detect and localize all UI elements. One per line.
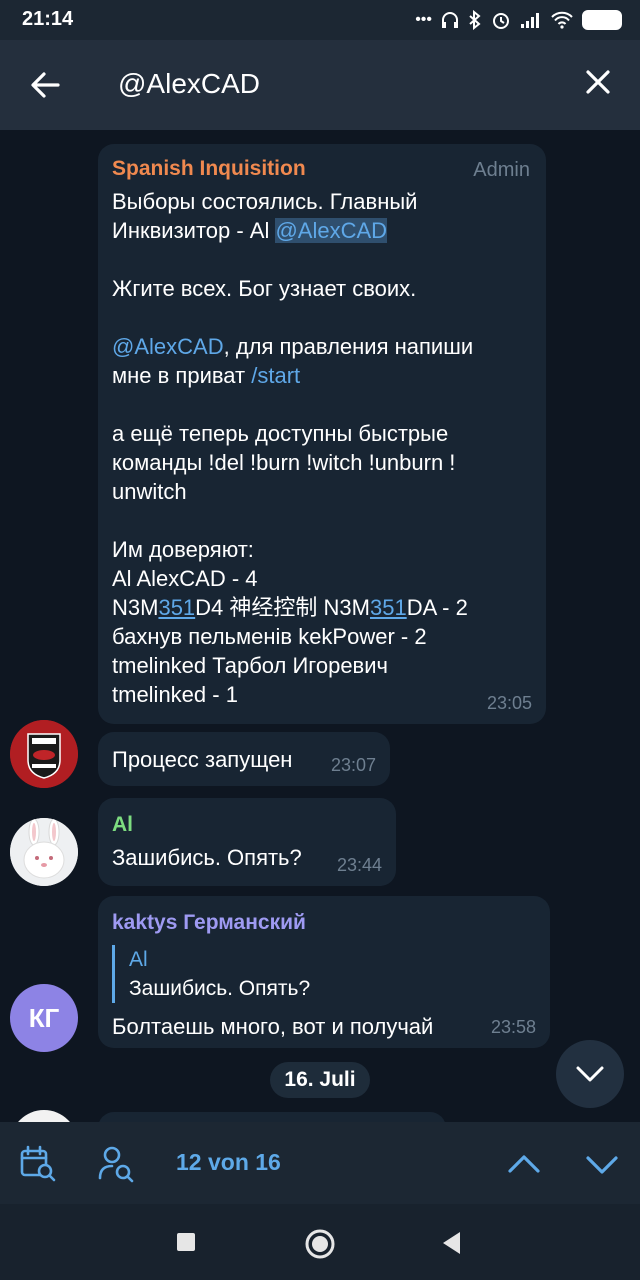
chevron-down-icon [576, 1066, 604, 1082]
wifi-icon [551, 11, 573, 29]
text-span: , для правления напиши [223, 334, 474, 359]
message-line: бахнув пельменів kekPower - 2 [112, 624, 427, 649]
message-line: N3M351D4 神经控制 N3M351DA - 2 [112, 593, 532, 622]
message-bubble[interactable]: Al Зашибись. Опять? 23:44 [98, 798, 396, 886]
text-span: DA - 2 [406, 595, 468, 620]
search-input[interactable]: @AlexCAD [118, 68, 260, 100]
message-line: unwitch [112, 479, 187, 504]
message-text: Болтаешь много, вот и получай [112, 1014, 434, 1039]
scroll-down-button[interactable] [556, 1040, 624, 1108]
avatar-initials: КГ [28, 1003, 60, 1033]
message-bubble[interactable]: kaktys Германский Al Зашибись. Опять? Бо… [98, 896, 550, 1048]
status-bar: 21:14 ••• 60 [0, 0, 640, 40]
recent-apps-icon[interactable] [176, 1232, 196, 1252]
message-line: Выборы состоялись. Главный [112, 189, 418, 214]
message-line: tmelinked - 1 [112, 682, 238, 707]
message-line: Al AlexCAD - 4 [112, 566, 258, 591]
system-navigation-bar [0, 1204, 640, 1280]
message-time: 23:58 [490, 1017, 536, 1037]
close-icon[interactable] [584, 68, 612, 96]
message-sender: Spanish Inquisition [112, 157, 306, 180]
message-text: Зашибись. Опять? [112, 845, 302, 870]
bunny-avatar-icon [10, 818, 78, 886]
message-sender: kaktys Германский [112, 911, 306, 934]
phone-link[interactable]: 351 [158, 595, 195, 620]
message-text: Процесс запущен [112, 747, 293, 772]
signal-icon [521, 13, 539, 28]
search-member-icon[interactable] [96, 1144, 136, 1184]
calendar-search-icon[interactable] [18, 1144, 58, 1184]
chat-messages[interactable]: Spanish Inquisition Выборы состоялись. Г… [0, 130, 640, 1122]
message-line: мне в приват /start [112, 361, 532, 390]
chevron-up-icon[interactable] [504, 1144, 544, 1184]
search-navigation-bar: 12 von 16 [0, 1122, 640, 1204]
message-line: tmelinked Тарбол Игоревич [112, 653, 388, 678]
message-time: 23:05 [486, 693, 532, 713]
message-text: Выборы состоялись. Главный Инквизитор - … [112, 187, 532, 709]
text-span: Инквизитор - Al [112, 218, 276, 243]
back-arrow-icon[interactable] [28, 68, 62, 102]
message-sender: Al [112, 813, 133, 836]
mention-link[interactable]: @AlexCAD [112, 334, 224, 359]
message-line: @AlexCAD, для правления напиши [112, 332, 532, 361]
avatar-spanish-inquisition[interactable] [10, 720, 78, 788]
inquisition-logo-icon [10, 720, 78, 788]
message-line: команды !del !burn !witch !unburn ! [112, 450, 456, 475]
search-header: @AlexCAD [0, 40, 640, 130]
text-span: N3M [112, 595, 159, 620]
command-link[interactable]: /start [251, 363, 300, 388]
message-line: Им доверяют: [112, 537, 254, 562]
home-icon[interactable] [304, 1228, 336, 1260]
message-bubble-admin[interactable]: Spanish Inquisition Выборы состоялись. Г… [98, 144, 546, 724]
message-time: 23:07 [330, 755, 376, 775]
avatar-kaktys[interactable]: КГ [10, 984, 78, 1052]
more-icon: ••• [415, 11, 432, 28]
bluetooth-icon [469, 10, 481, 30]
reply-quote[interactable]: Al Зашибись. Опять? [112, 945, 532, 1003]
message-time: 23:44 [336, 855, 382, 875]
text-span: мне в приват [112, 363, 252, 388]
reply-text: Зашибись. Опять? [129, 977, 311, 1000]
headphones-icon [442, 12, 458, 28]
chevron-down-icon[interactable] [582, 1144, 622, 1184]
avatar-al[interactable] [10, 818, 78, 886]
message-line: Инквизитор - Al @AlexCAD [112, 216, 532, 245]
message-line: Жгите всех. Бог узнает своих. [112, 276, 417, 301]
message-bubble-partial[interactable] [98, 1112, 446, 1122]
message-line: а ещё теперь доступны быстрые [112, 421, 449, 446]
reply-sender: Al [129, 948, 148, 971]
search-result-counter: 12 von 16 [176, 1149, 281, 1175]
back-icon[interactable] [440, 1230, 462, 1256]
admin-badge: Admin [473, 159, 530, 181]
status-icons: ••• 60 [415, 6, 622, 34]
status-time: 21:14 [22, 8, 74, 30]
mention-link[interactable]: @AlexCAD [275, 218, 388, 243]
date-chip: 16. Juli [270, 1062, 370, 1098]
battery-icon: 60 [582, 10, 622, 30]
text-span: D4 神经控制 N3M [195, 595, 370, 620]
avatar-partial[interactable] [10, 1110, 78, 1122]
phone-link[interactable]: 351 [370, 595, 407, 620]
alarm-icon [493, 13, 509, 29]
message-bubble[interactable]: Процесс запущен 23:07 [98, 732, 390, 786]
